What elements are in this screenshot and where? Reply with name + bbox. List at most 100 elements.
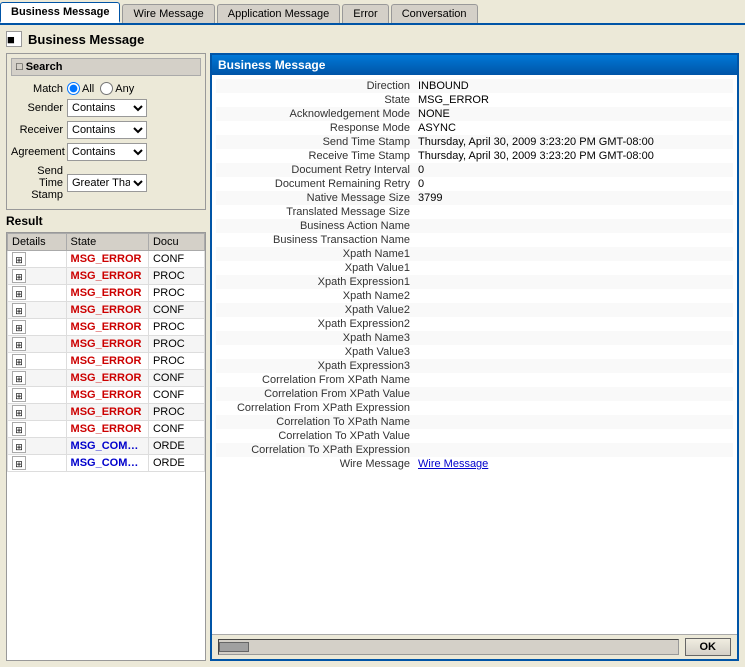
ok-button[interactable]: OK [685,638,732,656]
detail-field-label: State [216,93,416,107]
table-row[interactable]: ⊞MSG_ERRORCONF [8,370,205,387]
detail-field-label: Xpath Expression1 [216,275,416,289]
search-label: Search [26,61,63,73]
detail-row: DirectionINBOUND [216,79,733,93]
table-row[interactable]: ⊞MSG_COMPLETEORDE [8,438,205,455]
horizontal-scrollbar[interactable] [218,639,679,655]
detail-icon-cell: ⊞ [8,438,67,455]
detail-field-label: Response Mode [216,121,416,135]
table-row[interactable]: ⊞MSG_ERRORPROC [8,268,205,285]
detail-field-label: Xpath Expression2 [216,317,416,331]
detail-icon[interactable]: ⊞ [12,388,26,402]
match-all-text: All [82,83,94,95]
match-label: Match [11,83,63,95]
result-panel: Result Details State Docu ⊞MSG_ERRORCONF… [6,214,206,661]
detail-row: Document Remaining Retry0 [216,177,733,191]
match-any-radio[interactable] [100,82,113,95]
detail-icon[interactable]: ⊞ [12,286,26,300]
tab-wire-message[interactable]: Wire Message [122,4,214,23]
detail-field-label: Acknowledgement Mode [216,107,416,121]
result-table-wrapper[interactable]: Details State Docu ⊞MSG_ERRORCONF⊞MSG_ER… [6,232,206,661]
detail-field-value [416,205,733,219]
detail-field-value [416,233,733,247]
detail-icon[interactable]: ⊞ [12,354,26,368]
receiver-select[interactable]: ContainsEqualsStarts With [67,121,147,139]
doc-cell: CONF [148,370,204,387]
detail-field-label: Correlation To XPath Name [216,415,416,429]
detail-icon[interactable]: ⊞ [12,371,26,385]
detail-field-value[interactable]: Wire Message [416,457,733,471]
detail-icon[interactable]: ⊞ [12,405,26,419]
detail-row: Xpath Value3 [216,345,733,359]
detail-field-value [416,219,733,233]
detail-icon[interactable]: ⊞ [12,456,26,470]
detail-field-label: Correlation From XPath Value [216,387,416,401]
match-all-radio[interactable] [67,82,80,95]
detail-field-value [416,359,733,373]
search-header[interactable]: □ Search [11,58,201,76]
col-state: State [66,234,148,251]
detail-row: Xpath Expression3 [216,359,733,373]
page-icon: ■ [6,31,22,47]
detail-row: Xpath Expression1 [216,275,733,289]
sendtime-select[interactable]: Greater ThanLess ThanEquals [67,174,147,192]
detail-icon-cell: ⊞ [8,319,67,336]
detail-field-value: 0 [416,163,733,177]
tab-business-message[interactable]: Business Message [0,2,120,23]
table-row[interactable]: ⊞MSG_ERRORPROC [8,353,205,370]
table-row[interactable]: ⊞MSG_ERRORPROC [8,285,205,302]
state-cell: MSG_ERROR [66,387,148,404]
table-row[interactable]: ⊞MSG_ERRORPROC [8,404,205,421]
tabs-bar: Business MessageWire MessageApplication … [0,0,745,25]
main-content: ■ Business Message □ Search Match All [0,25,745,667]
detail-field-value [416,247,733,261]
tab-error[interactable]: Error [342,4,388,23]
search-collapse-icon: □ [16,61,23,73]
sender-label: Sender [11,102,63,114]
detail-row: Native Message Size3799 [216,191,733,205]
match-any-text: Any [115,83,134,95]
table-row[interactable]: ⊞MSG_COMPLETEORDE [8,455,205,472]
detail-icon-cell: ⊞ [8,370,67,387]
detail-field-value: 3799 [416,191,733,205]
detail-icon-cell: ⊞ [8,455,67,472]
detail-field-value [416,415,733,429]
detail-field-value [416,303,733,317]
detail-icon[interactable]: ⊞ [12,422,26,436]
detail-row: Correlation To XPath Expression [216,443,733,457]
detail-icon[interactable]: ⊞ [12,337,26,351]
agreement-select[interactable]: ContainsEqualsStarts With [67,143,147,161]
doc-cell: PROC [148,336,204,353]
detail-icon[interactable]: ⊞ [12,320,26,334]
detail-icon[interactable]: ⊞ [12,303,26,317]
doc-cell: CONF [148,421,204,438]
detail-row: Correlation From XPath Expression [216,401,733,415]
doc-cell: PROC [148,353,204,370]
detail-icon-cell: ⊞ [8,302,67,319]
table-row[interactable]: ⊞MSG_ERRORCONF [8,251,205,268]
tab-conversation[interactable]: Conversation [391,4,478,23]
detail-field-label: Native Message Size [216,191,416,205]
dialog-body[interactable]: DirectionINBOUNDStateMSG_ERRORAcknowledg… [212,75,737,634]
detail-icon-cell: ⊞ [8,285,67,302]
detail-table: DirectionINBOUNDStateMSG_ERRORAcknowledg… [216,79,733,471]
detail-field-value: 0 [416,177,733,191]
search-panel: □ Search Match All Any [6,53,206,210]
table-row[interactable]: ⊞MSG_ERRORCONF [8,387,205,404]
table-row[interactable]: ⊞MSG_ERRORPROC [8,319,205,336]
result-title: Result [6,214,206,228]
wire-message-link[interactable]: Wire Message [418,458,488,470]
detail-icon[interactable]: ⊞ [12,439,26,453]
sendtime-label: Send Time Stamp [11,165,63,201]
detail-icon[interactable]: ⊞ [12,252,26,266]
table-row[interactable]: ⊞MSG_ERRORCONF [8,421,205,438]
doc-cell: ORDE [148,455,204,472]
agreement-row: Agreement ContainsEqualsStarts With [11,143,201,161]
table-row[interactable]: ⊞MSG_ERRORCONF [8,302,205,319]
table-row[interactable]: ⊞MSG_ERRORPROC [8,336,205,353]
sender-select[interactable]: ContainsEqualsStarts With [67,99,147,117]
left-panel: □ Search Match All Any [6,53,206,661]
detail-row: Receive Time StampThursday, April 30, 20… [216,149,733,163]
detail-icon[interactable]: ⊞ [12,269,26,283]
tab-application-message[interactable]: Application Message [217,4,341,23]
